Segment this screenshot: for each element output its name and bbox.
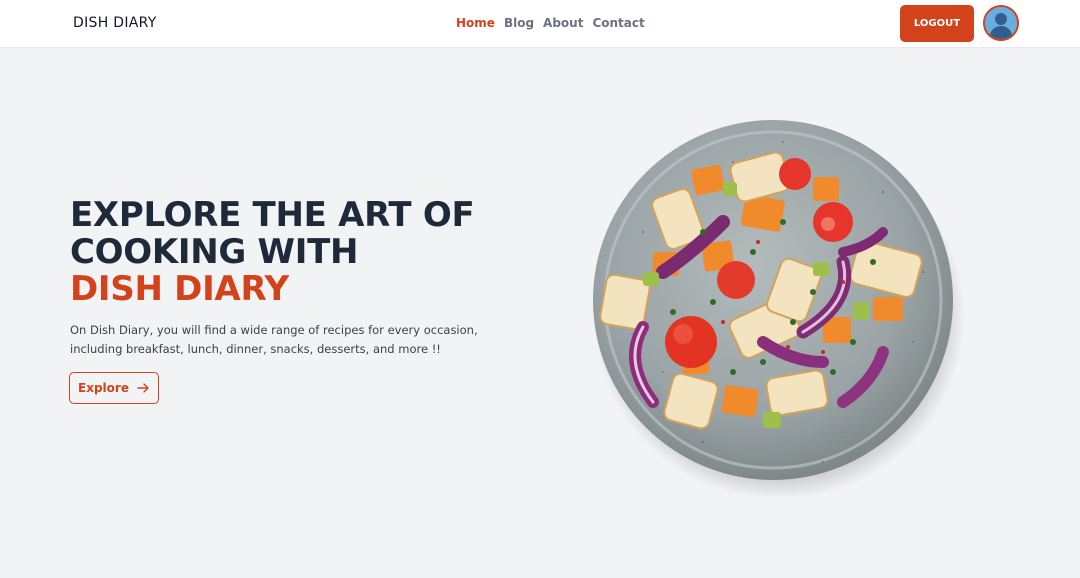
nav-link-about[interactable]: About (543, 16, 583, 30)
nav-links: Home Blog About Contact (456, 16, 645, 30)
user-avatar-icon (985, 7, 1017, 39)
hero-description: On Dish Diary, you will find a wide rang… (70, 323, 478, 356)
explore-button[interactable]: Explore (69, 372, 159, 404)
nav-link-contact[interactable]: Contact (592, 16, 644, 30)
hero-title-line-2: COOKING WITH (70, 232, 359, 272)
hero-title-line-1: EXPLORE THE ART OF (70, 195, 475, 235)
brand-logo[interactable]: DISH DIARY (73, 15, 157, 31)
nav-link-blog[interactable]: Blog (504, 16, 534, 30)
nav-link-home[interactable]: Home (456, 16, 495, 30)
hero-title: EXPLORE THE ART OF COOKING WITH DISH DIA… (70, 197, 530, 308)
navbar: DISH DIARY Home Blog About Contact LOGOU… (0, 0, 1080, 48)
salad-bowl-image (593, 120, 965, 496)
arrow-right-icon (137, 383, 149, 393)
avatar[interactable] (983, 5, 1019, 41)
explore-button-label: Explore (78, 381, 129, 395)
hero-title-accent: DISH DIARY (70, 269, 289, 309)
logout-button[interactable]: LOGOUT (900, 5, 974, 42)
